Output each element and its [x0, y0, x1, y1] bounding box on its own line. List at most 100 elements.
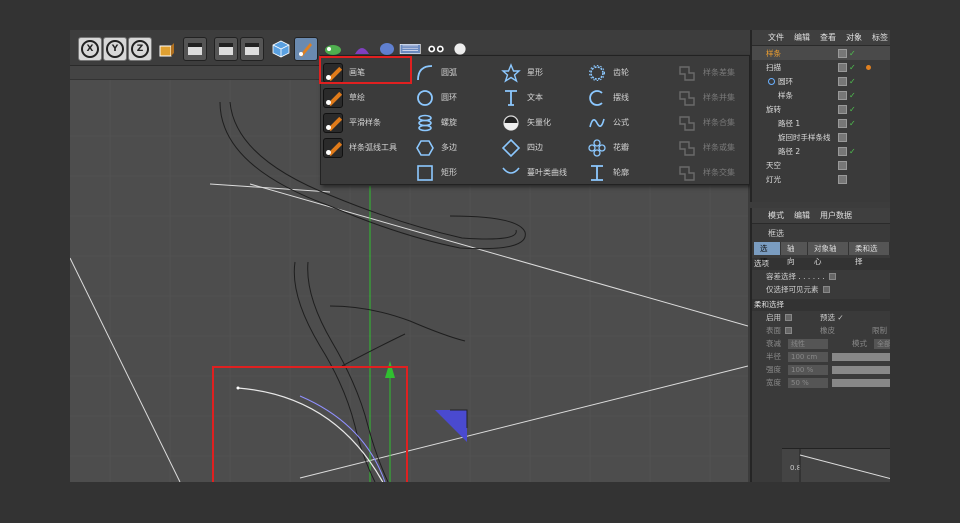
z-label: Z [131, 40, 149, 58]
menu-object[interactable]: 对象 [846, 32, 862, 43]
falloff-dropdown[interactable]: 线性 [788, 338, 828, 349]
menu-edit[interactable]: 编辑 [794, 210, 810, 221]
object-row[interactable]: 旋回时手样条线 [752, 130, 890, 144]
y-axis-button[interactable]: Y [103, 37, 127, 61]
tab-options[interactable]: 选项 [754, 242, 781, 266]
falloff-graph[interactable]: 0.8 [782, 448, 890, 482]
smooth-spline-icon [323, 112, 343, 133]
soft-checkbox[interactable] [785, 314, 792, 321]
x-label: X [81, 40, 99, 58]
cube-icon[interactable] [269, 37, 293, 61]
strength-field[interactable]: 100 % [788, 364, 828, 375]
tab-axis[interactable]: 轴向 [781, 242, 808, 266]
visibility-toggle[interactable] [838, 76, 847, 86]
tab-object-axis[interactable]: 对象轴心 [808, 242, 849, 266]
soft-label: 强度 [766, 365, 781, 374]
soft-surface-row[interactable]: 表面 橡皮 限制 [752, 324, 890, 337]
polygon-item[interactable]: 多边 [415, 135, 457, 160]
width-field[interactable]: 50 % [788, 377, 828, 388]
cycloid-item[interactable]: 摆线 [587, 85, 629, 110]
visibility-toggle[interactable] [838, 48, 847, 58]
soft-strength-row[interactable]: 强度 100 % [752, 363, 890, 376]
object-row[interactable]: 路径 2 ✓ [752, 144, 890, 158]
object-row[interactable]: 旋转 ✓ [752, 102, 890, 116]
menu-view[interactable]: 查看 [820, 32, 836, 43]
render-settings-icon[interactable] [214, 37, 238, 61]
soft-falloff-row[interactable]: 衰减 线性 模式 全部 [752, 337, 890, 350]
soft-width-row[interactable]: 宽度 50 % [752, 376, 890, 389]
vectorizer-item[interactable]: 矢量化 [501, 110, 567, 135]
menu-file[interactable]: 文件 [768, 32, 784, 43]
visibility-toggle[interactable] [838, 160, 847, 170]
enabled-check-icon[interactable]: ✓ [849, 147, 856, 156]
formula-item[interactable]: 公式 [587, 110, 629, 135]
spline-union-item[interactable]: 样条并集 [677, 85, 735, 110]
menu-tag[interactable]: 标签 [872, 32, 888, 43]
render-picture-viewer-icon[interactable] [240, 37, 264, 61]
text-item[interactable]: 文本 [501, 85, 567, 110]
helix-item[interactable]: 螺旋 [415, 110, 457, 135]
spline-subtract-item[interactable]: 样条差集 [677, 60, 735, 85]
enabled-check-icon[interactable]: ✓ [849, 119, 856, 128]
object-row[interactable]: 扫描 ✓ [752, 60, 890, 74]
cissoid-item[interactable]: 蔓叶类曲线 [501, 160, 567, 185]
soft-enable-row[interactable]: 启用 预选 ✓ [752, 311, 890, 324]
flower-item[interactable]: 花瓣 [587, 135, 629, 160]
z-axis-button[interactable]: Z [128, 37, 152, 61]
cogwheel-item[interactable]: 齿轮 [587, 60, 629, 85]
sketch-tool-item[interactable]: 草绘 [323, 85, 397, 110]
spline-and-item[interactable]: 样条合集 [677, 110, 735, 135]
soft-radius-row[interactable]: 半径 100 cm [752, 350, 890, 363]
menu-user-data[interactable]: 用户数据 [820, 210, 852, 221]
object-row[interactable]: 天空 [752, 158, 890, 172]
visibility-toggle[interactable] [838, 62, 847, 72]
render-view-icon[interactable] [183, 37, 207, 61]
object-row[interactable]: 灯光 [752, 172, 890, 186]
spline-or-item[interactable]: 样条或集 [677, 135, 735, 160]
object-row[interactable]: 路径 1 ✓ [752, 116, 890, 130]
spline-intersect-item[interactable]: 样条交集 [677, 160, 735, 185]
enabled-check-icon[interactable]: ✓ [849, 63, 856, 72]
pen-icon[interactable] [294, 37, 318, 61]
enabled-check-icon[interactable]: ✓ [849, 49, 856, 58]
visibility-toggle[interactable] [838, 174, 847, 184]
visibility-toggle[interactable] [838, 118, 847, 128]
radius-field[interactable]: 100 cm [788, 351, 828, 362]
visibility-toggle[interactable] [838, 132, 847, 142]
visibility-toggle[interactable] [838, 146, 847, 156]
object-row[interactable]: 样条 ✓ [752, 88, 890, 102]
radius-slider[interactable] [832, 352, 890, 361]
tool-title: 框选 [768, 228, 784, 238]
x-axis-button[interactable]: X [78, 37, 102, 61]
lock-axis-icon[interactable] [154, 37, 178, 61]
enabled-check-icon[interactable]: ✓ [849, 77, 856, 86]
rectangle-item[interactable]: 矩形 [415, 160, 457, 185]
spline-intersect-label: 样条交集 [703, 168, 735, 177]
four-side-item[interactable]: 四边 [501, 135, 567, 160]
circle-item[interactable]: 圆环 [415, 85, 457, 110]
soft-checkbox[interactable] [785, 327, 792, 334]
visibility-toggle[interactable] [838, 104, 847, 114]
arc-item[interactable]: 圆弧 [415, 60, 457, 85]
option-tolerant-select[interactable]: 容差选择 . . . . . . [752, 270, 890, 283]
profile-item[interactable]: 轮廓 [587, 160, 629, 185]
menu-mode[interactable]: 模式 [768, 210, 784, 221]
menu-edit[interactable]: 编辑 [794, 32, 810, 43]
enabled-check-icon[interactable]: ✓ [849, 105, 856, 114]
enabled-check-icon[interactable]: ✓ [849, 91, 856, 100]
material-tag-icon[interactable] [866, 64, 871, 70]
option-visible-only[interactable]: 仅选择可见元素 [752, 283, 890, 296]
spline-arc-item[interactable]: 样条弧线工具 [323, 135, 397, 160]
visibility-toggle[interactable] [838, 90, 847, 100]
strength-slider[interactable] [832, 365, 890, 374]
object-name: 样条 [778, 90, 793, 100]
option-checkbox[interactable] [828, 273, 836, 280]
width-slider[interactable] [832, 378, 890, 387]
tab-soft-selection[interactable]: 柔和选择 [849, 242, 890, 266]
mode-dropdown[interactable]: 全部 [874, 338, 890, 349]
smooth-spline-item[interactable]: 平滑样条 [323, 110, 397, 135]
star-item[interactable]: 星形 [501, 60, 567, 85]
option-checkbox[interactable] [822, 286, 830, 293]
object-row[interactable]: 圆环 ✓ [752, 74, 890, 88]
object-row[interactable]: 样条 ✓ [752, 46, 890, 60]
